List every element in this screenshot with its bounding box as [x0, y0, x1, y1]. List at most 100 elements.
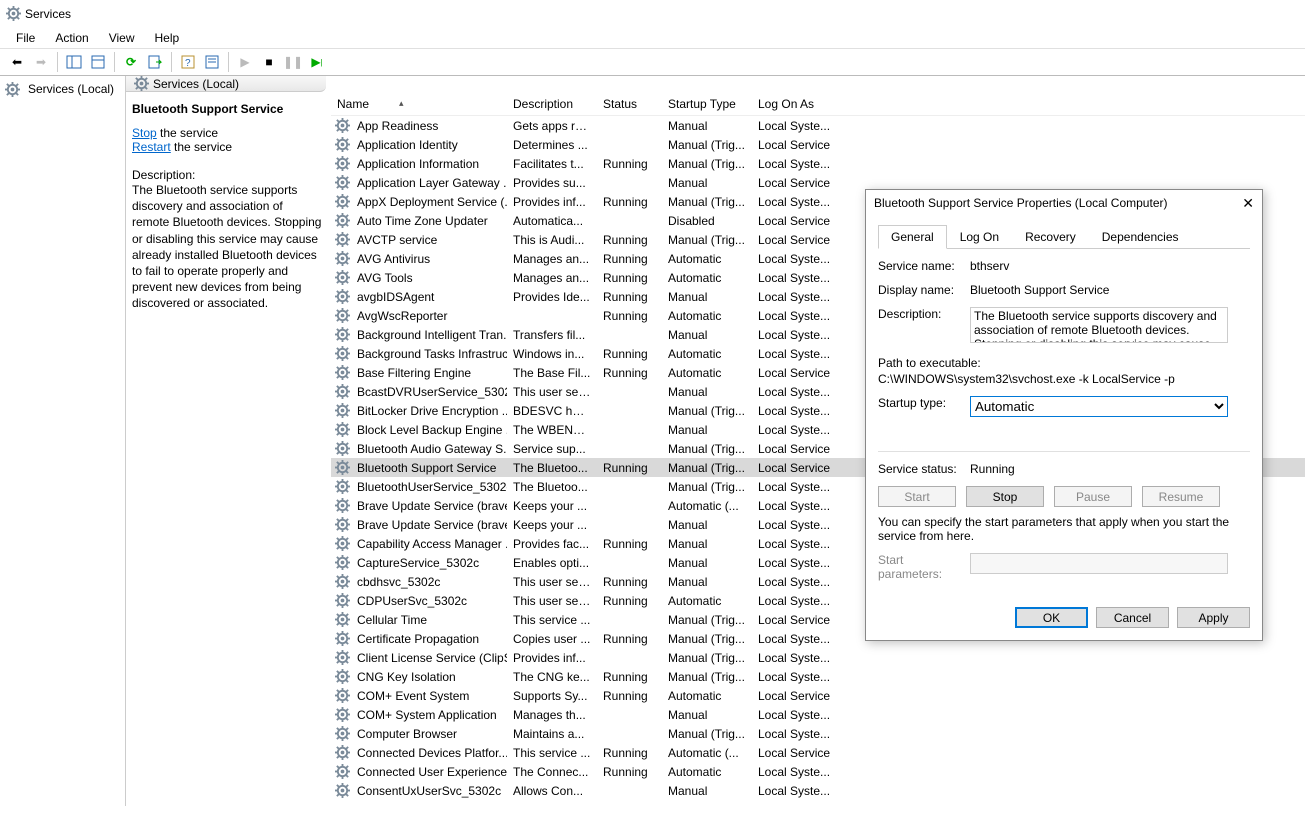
close-icon[interactable]: ✕ — [1242, 195, 1254, 212]
gear-icon — [335, 783, 350, 798]
tab-logon[interactable]: Log On — [947, 225, 1012, 249]
service-logon: Local Service — [752, 214, 842, 228]
restart-service-link[interactable]: Restart — [132, 140, 171, 154]
table-row[interactable]: App ReadinessGets apps re...ManualLocal … — [331, 116, 1305, 135]
column-header-name[interactable]: Name▴ — [331, 92, 507, 115]
service-logon: Local Service — [752, 176, 842, 190]
service-startup: Manual (Trig... — [662, 651, 752, 665]
service-name: Certificate Propagation — [357, 632, 479, 646]
list-header: Name▴ Description Status Startup Type Lo… — [331, 92, 1305, 116]
tab-dependencies[interactable]: Dependencies — [1089, 225, 1192, 249]
table-row[interactable]: COM+ Event SystemSupports Sy...RunningAu… — [331, 686, 1305, 705]
service-name: Bluetooth Audio Gateway S... — [357, 442, 507, 456]
table-row[interactable]: Connected Devices Platfor...This service… — [331, 743, 1305, 762]
service-startup: Automatic — [662, 765, 752, 779]
service-name: Application Identity — [357, 138, 458, 152]
toolbar: ⬅ ➡ ⟳ ? ▶ ■ ❚❚ ▶| — [0, 49, 1305, 76]
service-logon: Local Service — [752, 746, 842, 760]
gear-icon — [5, 82, 20, 97]
table-row[interactable]: Client License Service (ClipS...Provides… — [331, 648, 1305, 667]
service-description: The Bluetoo... — [507, 480, 597, 494]
table-row[interactable]: CNG Key IsolationThe CNG ke...RunningMan… — [331, 667, 1305, 686]
gear-icon — [335, 631, 350, 646]
service-status: Running — [597, 195, 662, 209]
start-params-help: You can specify the start parameters tha… — [878, 515, 1250, 543]
service-logon: Local Syste... — [752, 271, 842, 285]
tree-item-label: Services (Local) — [28, 82, 114, 96]
service-logon: Local Syste... — [752, 632, 842, 646]
menu-help[interactable]: Help — [145, 29, 190, 47]
service-logon: Local Syste... — [752, 328, 842, 342]
service-logon: Local Syste... — [752, 157, 842, 171]
column-header-status[interactable]: Status — [597, 92, 662, 115]
service-description: Service sup... — [507, 442, 597, 456]
export-list-icon[interactable] — [144, 51, 166, 73]
service-description: The Connec... — [507, 765, 597, 779]
service-logon: Local Service — [752, 689, 842, 703]
nav-forward-icon[interactable]: ➡ — [30, 51, 52, 73]
service-status: Running — [597, 157, 662, 171]
service-logon: Local Service — [752, 461, 842, 475]
stop-button[interactable]: Stop — [966, 486, 1044, 507]
service-startup: Manual (Trig... — [662, 195, 752, 209]
service-description: The Bluetoo... — [507, 461, 597, 475]
table-row[interactable]: COM+ System ApplicationManages th...Manu… — [331, 705, 1305, 724]
path-value: C:\WINDOWS\system32\svchost.exe -k Local… — [878, 372, 1250, 386]
table-row[interactable]: Application InformationFacilitates t...R… — [331, 154, 1305, 173]
gear-icon — [335, 726, 350, 741]
startup-type-select[interactable]: Automatic — [970, 396, 1228, 417]
service-name: Block Level Backup Engine ... — [357, 423, 507, 437]
service-startup: Manual (Trig... — [662, 138, 752, 152]
table-row[interactable]: Application Identity Determines ... Manual… — [331, 135, 1305, 154]
nav-back-icon[interactable]: ⬅ — [6, 51, 28, 73]
table-row[interactable]: Computer BrowserMaintains a...Manual (Tr… — [331, 724, 1305, 743]
help-icon[interactable]: ? — [177, 51, 199, 73]
service-restart-icon[interactable]: ▶| — [306, 51, 328, 73]
tab-general[interactable]: General — [878, 225, 947, 249]
apply-button[interactable]: Apply — [1177, 607, 1250, 628]
tree-item-services-local[interactable]: Services (Local) — [2, 80, 123, 98]
service-name: Connected Devices Platfor... — [357, 746, 507, 760]
service-description: Facilitates t... — [507, 157, 597, 171]
column-header-description[interactable]: Description — [507, 92, 597, 115]
pause-button: Pause — [1054, 486, 1132, 507]
service-startup: Automatic — [662, 689, 752, 703]
svg-text:?: ? — [185, 58, 191, 69]
service-status: Running — [597, 746, 662, 760]
menu-action[interactable]: Action — [45, 29, 98, 47]
table-row[interactable]: Connected User Experience...The Connec..… — [331, 762, 1305, 781]
service-description: Determines ... — [507, 138, 597, 152]
service-logon: Local Syste... — [752, 708, 842, 722]
startup-type-label: Startup type: — [878, 396, 970, 410]
service-startup: Manual (Trig... — [662, 404, 752, 418]
service-name: Brave Update Service (brave... — [357, 518, 507, 532]
description-textarea[interactable]: The Bluetooth service supports discovery… — [970, 307, 1228, 343]
refresh-icon[interactable]: ⟳ — [120, 51, 142, 73]
service-description: Copies user ... — [507, 632, 597, 646]
table-row[interactable]: ConsentUxUserSvc_5302cAllows Con...Manua… — [331, 781, 1305, 800]
properties-icon[interactable] — [87, 51, 109, 73]
gear-icon — [335, 593, 350, 608]
service-description: Provides Ide... — [507, 290, 597, 304]
show-hide-tree-icon[interactable] — [63, 51, 85, 73]
service-startup: Manual — [662, 423, 752, 437]
gear-icon — [335, 346, 350, 361]
properties2-icon[interactable] — [201, 51, 223, 73]
service-description: Supports Sy... — [507, 689, 597, 703]
gear-icon — [335, 517, 350, 532]
stop-service-link[interactable]: Stop — [132, 126, 157, 140]
menu-view[interactable]: View — [99, 29, 145, 47]
service-pause-icon[interactable]: ❚❚ — [282, 51, 304, 73]
service-start-icon[interactable]: ▶ — [234, 51, 256, 73]
tab-recovery[interactable]: Recovery — [1012, 225, 1089, 249]
service-name: BluetoothUserService_5302c — [357, 480, 507, 494]
service-stop-icon[interactable]: ■ — [258, 51, 280, 73]
column-header-startup[interactable]: Startup Type — [662, 92, 752, 115]
menu-file[interactable]: File — [6, 29, 45, 47]
ok-button[interactable]: OK — [1015, 607, 1088, 628]
service-description: Allows Con... — [507, 784, 597, 798]
cancel-button[interactable]: Cancel — [1096, 607, 1169, 628]
gear-icon — [335, 764, 350, 779]
column-header-logon[interactable]: Log On As — [752, 92, 842, 115]
service-logon: Local Syste... — [752, 575, 842, 589]
